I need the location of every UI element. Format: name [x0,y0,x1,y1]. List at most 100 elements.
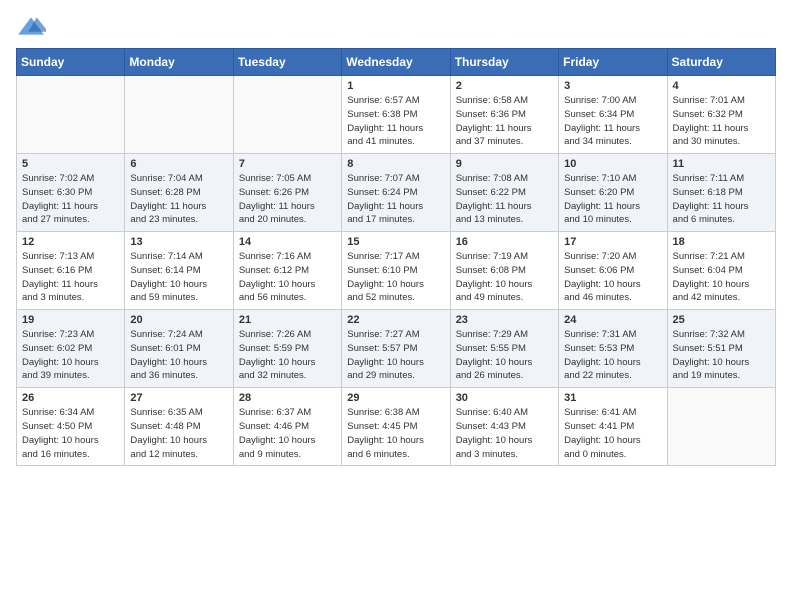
calendar-cell: 11 Sunrise: 7:11 AM Sunset: 6:18 PM Dayli… [667,154,775,232]
day-number: 30 [456,392,553,404]
day-info: Sunrise: 7:19 AM Sunset: 6:08 PM Dayligh… [456,250,553,305]
day-info: Sunrise: 7:17 AM Sunset: 6:10 PM Dayligh… [347,250,444,305]
weekday-header-sunday: Sunday [17,49,125,76]
day-number: 26 [22,392,119,404]
day-info: Sunrise: 7:16 AM Sunset: 6:12 PM Dayligh… [239,250,336,305]
calendar-week-row: 12 Sunrise: 7:13 AM Sunset: 6:16 PM Dayli… [17,232,776,310]
calendar-cell: 23 Sunrise: 7:29 AM Sunset: 5:55 PM Dayli… [450,310,558,388]
day-number: 27 [130,392,227,404]
logo-icon [16,16,46,36]
calendar-week-row: 19Sunrise: 7:23 AM Sunset: 6:02 PM Dayli… [17,310,776,388]
calendar-cell: 31Sunrise: 6:41 AM Sunset: 4:41 PM Dayli… [559,388,667,466]
day-number: 13 [130,236,227,248]
day-info: Sunrise: 7:13 AM Sunset: 6:16 PM Dayligh… [22,250,119,305]
calendar-cell: 9 Sunrise: 7:08 AM Sunset: 6:22 PM Daylig… [450,154,558,232]
day-number: 31 [564,392,661,404]
calendar-cell [125,76,233,154]
day-info: Sunrise: 6:38 AM Sunset: 4:45 PM Dayligh… [347,406,444,461]
calendar-cell: 13 Sunrise: 7:14 AM Sunset: 6:14 PM Dayli… [125,232,233,310]
day-number: 3 [564,80,661,92]
day-info: Sunrise: 7:31 AM Sunset: 5:53 PM Dayligh… [564,328,661,383]
day-info: Sunrise: 7:00 AM Sunset: 6:34 PM Dayligh… [564,94,661,149]
day-number: 16 [456,236,553,248]
day-number: 17 [564,236,661,248]
day-info: Sunrise: 7:21 AM Sunset: 6:04 PM Dayligh… [673,250,770,305]
day-info: Sunrise: 7:20 AM Sunset: 6:06 PM Dayligh… [564,250,661,305]
day-number: 21 [239,314,336,326]
calendar-week-row: 26 Sunrise: 6:34 AM Sunset: 4:50 PM Dayli… [17,388,776,466]
calendar-cell: 12 Sunrise: 7:13 AM Sunset: 6:16 PM Dayli… [17,232,125,310]
calendar-cell: 15 Sunrise: 7:17 AM Sunset: 6:10 PM Dayli… [342,232,450,310]
calendar-cell: 24 Sunrise: 7:31 AM Sunset: 5:53 PM Dayli… [559,310,667,388]
day-number: 24 [564,314,661,326]
day-info: Sunrise: 7:04 AM Sunset: 6:28 PM Dayligh… [130,172,227,227]
day-number: 12 [22,236,119,248]
calendar-cell: 21 Sunrise: 7:26 AM Sunset: 5:59 PM Dayli… [233,310,341,388]
calendar-cell: 22 Sunrise: 7:27 AM Sunset: 5:57 PM Dayli… [342,310,450,388]
day-info: Sunrise: 6:35 AM Sunset: 4:48 PM Dayligh… [130,406,227,461]
day-number: 8 [347,158,444,170]
calendar-cell: 3 Sunrise: 7:00 AM Sunset: 6:34 PM Daylig… [559,76,667,154]
day-number: 10 [564,158,661,170]
day-info: Sunrise: 7:05 AM Sunset: 6:26 PM Dayligh… [239,172,336,227]
calendar-cell: 14 Sunrise: 7:16 AM Sunset: 6:12 PM Dayli… [233,232,341,310]
day-number: 7 [239,158,336,170]
day-info: Sunrise: 7:11 AM Sunset: 6:18 PM Dayligh… [673,172,770,227]
day-number: 9 [456,158,553,170]
day-info: Sunrise: 7:08 AM Sunset: 6:22 PM Dayligh… [456,172,553,227]
day-number: 18 [673,236,770,248]
day-number: 2 [456,80,553,92]
day-number: 28 [239,392,336,404]
weekday-header-tuesday: Tuesday [233,49,341,76]
calendar-cell: 18 Sunrise: 7:21 AM Sunset: 6:04 PM Dayli… [667,232,775,310]
day-info: Sunrise: 7:26 AM Sunset: 5:59 PM Dayligh… [239,328,336,383]
day-number: 4 [673,80,770,92]
calendar-cell: 25 Sunrise: 7:32 AM Sunset: 5:51 PM Dayli… [667,310,775,388]
day-info: Sunrise: 6:37 AM Sunset: 4:46 PM Dayligh… [239,406,336,461]
page-header [16,16,776,36]
calendar-cell: 6 Sunrise: 7:04 AM Sunset: 6:28 PM Daylig… [125,154,233,232]
day-info: Sunrise: 6:34 AM Sunset: 4:50 PM Dayligh… [22,406,119,461]
calendar-cell: 10 Sunrise: 7:10 AM Sunset: 6:20 PM Dayli… [559,154,667,232]
day-number: 6 [130,158,227,170]
calendar-cell: 2Sunrise: 6:58 AM Sunset: 6:36 PM Daylig… [450,76,558,154]
calendar-cell: 1Sunrise: 6:57 AM Sunset: 6:38 PM Daylig… [342,76,450,154]
calendar-cell: 20Sunrise: 7:24 AM Sunset: 6:01 PM Dayli… [125,310,233,388]
day-info: Sunrise: 7:07 AM Sunset: 6:24 PM Dayligh… [347,172,444,227]
calendar-cell: 17 Sunrise: 7:20 AM Sunset: 6:06 PM Dayli… [559,232,667,310]
day-number: 23 [456,314,553,326]
weekday-header-friday: Friday [559,49,667,76]
day-info: Sunrise: 7:29 AM Sunset: 5:55 PM Dayligh… [456,328,553,383]
day-info: Sunrise: 7:32 AM Sunset: 5:51 PM Dayligh… [673,328,770,383]
calendar-cell: 19Sunrise: 7:23 AM Sunset: 6:02 PM Dayli… [17,310,125,388]
weekday-header-wednesday: Wednesday [342,49,450,76]
day-number: 29 [347,392,444,404]
day-number: 15 [347,236,444,248]
day-number: 19 [22,314,119,326]
calendar-cell: 27 Sunrise: 6:35 AM Sunset: 4:48 PM Dayli… [125,388,233,466]
calendar-cell [667,388,775,466]
calendar-cell [233,76,341,154]
day-number: 20 [130,314,227,326]
calendar-week-row: 5 Sunrise: 7:02 AM Sunset: 6:30 PM Daylig… [17,154,776,232]
calendar-cell: 4 Sunrise: 7:01 AM Sunset: 6:32 PM Daylig… [667,76,775,154]
logo [16,16,46,36]
calendar-cell: 5 Sunrise: 7:02 AM Sunset: 6:30 PM Daylig… [17,154,125,232]
day-number: 5 [22,158,119,170]
day-info: Sunrise: 7:02 AM Sunset: 6:30 PM Dayligh… [22,172,119,227]
day-number: 1 [347,80,444,92]
day-number: 14 [239,236,336,248]
day-info: Sunrise: 7:10 AM Sunset: 6:20 PM Dayligh… [564,172,661,227]
day-info: Sunrise: 7:14 AM Sunset: 6:14 PM Dayligh… [130,250,227,305]
calendar-cell: 16 Sunrise: 7:19 AM Sunset: 6:08 PM Dayli… [450,232,558,310]
weekday-header-saturday: Saturday [667,49,775,76]
day-info: Sunrise: 7:27 AM Sunset: 5:57 PM Dayligh… [347,328,444,383]
day-number: 25 [673,314,770,326]
calendar-cell [17,76,125,154]
day-number: 11 [673,158,770,170]
weekday-header-monday: Monday [125,49,233,76]
calendar-cell: 28 Sunrise: 6:37 AM Sunset: 4:46 PM Dayli… [233,388,341,466]
calendar-cell: 30Sunrise: 6:40 AM Sunset: 4:43 PM Dayli… [450,388,558,466]
day-info: Sunrise: 7:01 AM Sunset: 6:32 PM Dayligh… [673,94,770,149]
day-number: 22 [347,314,444,326]
